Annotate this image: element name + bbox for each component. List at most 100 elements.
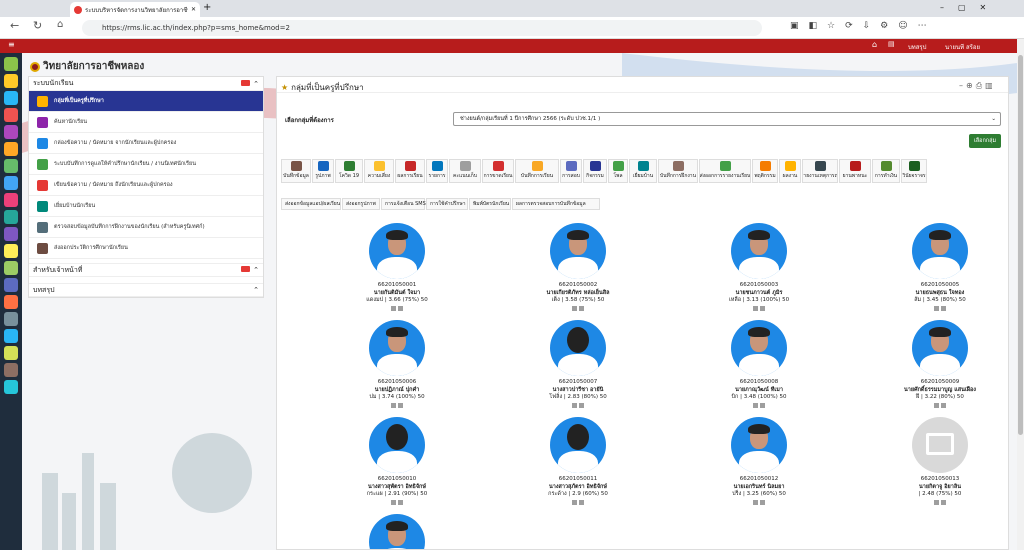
student-photo[interactable] bbox=[550, 320, 606, 376]
panel-actions[interactable]: –⊕⎙▥ bbox=[959, 81, 996, 91]
tool-button[interactable]: โพล bbox=[608, 159, 628, 183]
tool-button[interactable]: ความเสี่ยง bbox=[364, 159, 394, 183]
student-photo[interactable] bbox=[369, 514, 425, 549]
rail-app-icon[interactable] bbox=[4, 108, 18, 122]
student-card[interactable]: 66201050010 นางสาวสุพัตรา อิทธิจักษ์ กระแผ… bbox=[337, 417, 457, 508]
menu-item[interactable]: กล่องข้อความ / นัดหมาย จากนักเรียนและผู้… bbox=[29, 133, 263, 154]
rail-app-icon[interactable] bbox=[4, 142, 18, 156]
student-card[interactable]: 66201050009 นายศักดิ์ธรรมมาบูญ แสนเฝือง ฝึ… bbox=[880, 320, 1000, 411]
menu-item[interactable]: ส่งออกประวัติการศึกษานักเรียน bbox=[29, 238, 263, 259]
rail-app-icon[interactable] bbox=[4, 74, 18, 88]
tool-button[interactable]: ผลการเรียน bbox=[395, 159, 425, 183]
student-photo[interactable] bbox=[731, 320, 787, 376]
edit-icon[interactable] bbox=[753, 499, 758, 505]
student-card[interactable]: 66201050007 นางสาวปารีชา อายันิ โฟลิ่ง | 2… bbox=[518, 320, 638, 411]
browser-tab[interactable]: ระบบบริหารจัดการงานวิทยาลัยการอาชีพ ✕ bbox=[70, 2, 200, 17]
edit-icon[interactable] bbox=[391, 499, 396, 505]
tool-button[interactable]: บันทึกการเรียน bbox=[515, 159, 559, 183]
section-staff-header[interactable]: สำหรับเจ้าหน้าที่ ⌃ bbox=[29, 263, 263, 277]
edit-icon[interactable] bbox=[753, 305, 758, 311]
tool-button[interactable]: การสอบ bbox=[560, 159, 582, 183]
edit-icon[interactable] bbox=[572, 499, 577, 505]
print-icon[interactable] bbox=[760, 402, 765, 408]
tool-button[interactable]: โควิด 19 bbox=[335, 159, 363, 183]
section-student-header[interactable]: ระบบนักเรียน ⌃ bbox=[29, 77, 263, 91]
tool-button[interactable]: พิมพ์บัตรนักเรียน bbox=[469, 198, 511, 210]
rail-app-icon[interactable] bbox=[4, 57, 18, 71]
student-card[interactable]: 66201050012 นายเอกรินทร์ นิลมยา ปร็ง | 3.2… bbox=[699, 417, 819, 508]
edit-icon[interactable] bbox=[391, 305, 396, 311]
menu-item[interactable]: ค้นหานักเรียน bbox=[29, 112, 263, 133]
student-card[interactable]: 66201050002 นายเกียรติภัทร หล่อเย็นสิล เต็… bbox=[518, 223, 638, 314]
tool-button[interactable]: วินัยจราจร bbox=[901, 159, 927, 183]
tool-button[interactable]: ส่งออกรูปภาพ bbox=[342, 198, 380, 210]
rail-app-icon[interactable] bbox=[4, 346, 18, 360]
tool-button[interactable]: บันทึกการฝึกงาน bbox=[658, 159, 698, 183]
edit-icon[interactable] bbox=[934, 499, 939, 505]
menu-item[interactable]: เขียนข้อความ / นัดหมาย ถึงนักเรียนและผู้… bbox=[29, 175, 263, 196]
rail-app-icon[interactable] bbox=[4, 244, 18, 258]
tool-button[interactable]: รูปภาพ bbox=[312, 159, 334, 183]
placeholder-photo-icon[interactable] bbox=[912, 417, 968, 473]
rail-app-icon[interactable] bbox=[4, 227, 18, 241]
edit-icon[interactable] bbox=[934, 402, 939, 408]
home-icon[interactable]: ⌂ bbox=[872, 40, 877, 49]
rail-app-icon[interactable] bbox=[4, 210, 18, 224]
browser-toolbar-icons[interactable]: ▣◧☆⟳⇩⚙☺⋯ bbox=[790, 21, 937, 31]
rail-app-icon[interactable] bbox=[4, 193, 18, 207]
print-icon[interactable] bbox=[941, 499, 946, 505]
select-group-button[interactable]: เลือกกลุ่ม bbox=[969, 134, 1001, 148]
student-card[interactable]: 66201050013 นายกิตาจู อิยาลิน | 2.48 (75%)… bbox=[880, 417, 1000, 508]
print-icon[interactable] bbox=[398, 402, 403, 408]
tool-button[interactable]: รายงานเหตุการณ์ bbox=[802, 159, 838, 183]
tool-button[interactable]: ส่งออกการรายงานเรียน bbox=[699, 159, 751, 183]
back-icon[interactable]: ← bbox=[10, 19, 19, 32]
user-menu[interactable]: นายนที สร้อย bbox=[945, 42, 980, 52]
rail-app-icon[interactable] bbox=[4, 380, 18, 394]
student-photo[interactable] bbox=[912, 223, 968, 279]
student-card[interactable]: 66201050003 นายชนภาวนต์ ภูมิร เหลือ | 3.13… bbox=[699, 223, 819, 314]
tool-button[interactable]: ยานพาหนะ bbox=[839, 159, 871, 183]
print-icon[interactable] bbox=[398, 305, 403, 311]
tool-button[interactable]: ผลงาน bbox=[779, 159, 801, 183]
group-select[interactable]: ช่างยนต์/กลุ่มเรียนที่ 1 ปีการศึกษา 2566… bbox=[453, 112, 1001, 126]
section-summary-header[interactable]: บทสรุป ⌃ bbox=[29, 283, 263, 297]
menu-item[interactable]: ระบบบันทึกการดูแลให้คำปรึกษานักเรียน / ง… bbox=[29, 154, 263, 175]
tool-button[interactable]: ส่งออกข้อมูลแอป/ผลเรียน bbox=[281, 198, 341, 210]
edit-icon[interactable] bbox=[572, 402, 577, 408]
student-photo[interactable] bbox=[912, 320, 968, 376]
notify-icon[interactable]: ▤ bbox=[888, 40, 895, 48]
student-photo[interactable] bbox=[731, 223, 787, 279]
collapse-icon[interactable]: ⌃ bbox=[253, 266, 259, 274]
tool-button[interactable]: พฤติกรรม bbox=[752, 159, 778, 183]
tool-button[interactable]: บันทึกข้อมูล bbox=[281, 159, 311, 183]
rail-app-icon[interactable] bbox=[4, 125, 18, 139]
edit-icon[interactable] bbox=[753, 402, 758, 408]
edit-icon[interactable] bbox=[391, 402, 396, 408]
tool-button[interactable]: การขาดเรียน bbox=[482, 159, 514, 183]
student-card[interactable]: 66201050001 นายกันติมันต์ ใจมา แดงมป | 3.6… bbox=[337, 223, 457, 314]
print-icon[interactable] bbox=[760, 305, 765, 311]
tool-button[interactable]: กิจกรรม bbox=[583, 159, 607, 183]
print-icon[interactable] bbox=[398, 499, 403, 505]
student-photo[interactable] bbox=[731, 417, 787, 473]
tool-button[interactable]: รายการ bbox=[426, 159, 448, 183]
home-icon[interactable]: ⌂ bbox=[57, 19, 63, 30]
refresh-icon[interactable]: ↻ bbox=[33, 19, 42, 32]
student-photo[interactable] bbox=[550, 223, 606, 279]
tool-button[interactable]: การแจ้งเตือน SMS bbox=[381, 198, 426, 210]
tool-button[interactable]: เยี่ยมบ้าน bbox=[629, 159, 657, 183]
collapse-icon[interactable]: ⌃ bbox=[253, 286, 259, 294]
student-card[interactable]: 66201050008 นายภาณุวัฒน์ ทีเมา บิก | 3.48 … bbox=[699, 320, 819, 411]
new-tab-icon[interactable]: + bbox=[203, 2, 211, 13]
student-photo[interactable] bbox=[550, 417, 606, 473]
rail-app-icon[interactable] bbox=[4, 295, 18, 309]
rail-app-icon[interactable] bbox=[4, 329, 18, 343]
youtube-icon[interactable] bbox=[241, 266, 251, 272]
scrollbar-thumb[interactable] bbox=[1018, 55, 1023, 435]
collapse-icon[interactable]: ⌃ bbox=[253, 80, 259, 88]
rail-app-icon[interactable] bbox=[4, 159, 18, 173]
rail-app-icon[interactable] bbox=[4, 363, 18, 377]
tool-button[interactable]: คะแนนเก็บ bbox=[449, 159, 481, 183]
student-card[interactable]: 66201050005 นายธนพสุธน ใจทอง ส้ม | 3.45 (8… bbox=[880, 223, 1000, 314]
